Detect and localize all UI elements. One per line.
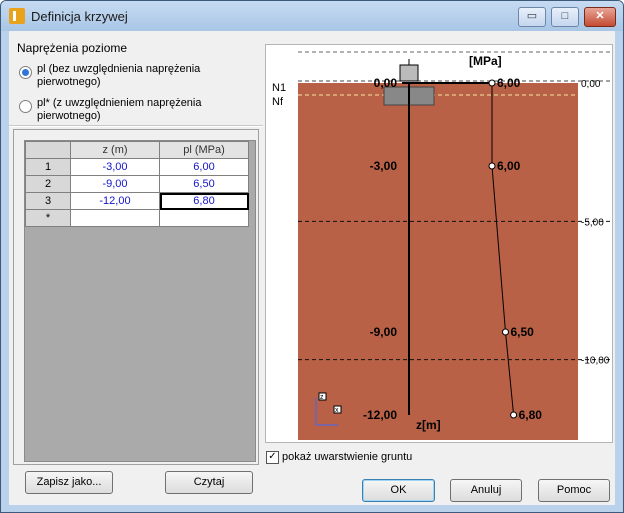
label-nf: Nf [272, 96, 284, 108]
help-button[interactable]: Pomoc [538, 479, 610, 502]
axis-label: z[m] [416, 418, 441, 432]
label-n1: N1 [272, 82, 286, 94]
close-button[interactable]: ✕ [584, 7, 616, 27]
cancel-button[interactable]: Anuluj [450, 479, 522, 502]
soil-layers-label[interactable]: pokaż uwarstwienie gruntu [282, 451, 412, 463]
radio-pl[interactable] [19, 66, 32, 79]
depth-label: 0,00 [374, 76, 398, 90]
grid-panel: z (m) pl (MPa) 1 -3,00 6,00 2 -9,00 6,50 [13, 129, 259, 465]
grid-corner [25, 141, 71, 159]
curve-point-label: 6,50 [511, 325, 535, 339]
scale-label: -5,00 [581, 217, 604, 228]
horizontal-stress-group: Naprężenia poziome pl (bez uwzględnienia… [15, 41, 255, 125]
curve-point-label: 6,00 [497, 159, 521, 173]
row-header[interactable]: 1 [25, 158, 71, 176]
cell-z-new[interactable] [70, 209, 160, 227]
data-grid: z (m) pl (MPa) 1 -3,00 6,00 2 -9,00 6,50 [24, 140, 256, 462]
curve-chart: z x N1 Nf [MPa] z[m] 6,00 6,00 6,50 6,80 0,… [272, 51, 612, 440]
cell-pl[interactable]: 6,00 [159, 158, 249, 176]
curve-point [488, 162, 496, 170]
pile-cap-top [399, 64, 419, 82]
curve-point-label: 6,00 [497, 76, 521, 90]
radio-pl-star-label[interactable]: pl* (z uwzględnieniem naprężenia pierwot… [37, 97, 247, 123]
cell-z[interactable]: -12,00 [70, 192, 160, 210]
curve-point [510, 411, 518, 419]
ok-button[interactable]: OK [362, 479, 435, 502]
depth-label: -9,00 [370, 325, 398, 339]
radio-pl-label[interactable]: pl (bez uwzględnienia naprężenia pierwot… [37, 63, 247, 89]
row-header-new[interactable]: * [25, 209, 71, 227]
curve-point [502, 328, 509, 336]
cell-pl-selected[interactable]: 6,80 [159, 192, 249, 210]
title-bar: Definicja krzywej ▭ □ ✕ [1, 1, 623, 31]
radio-pl-star[interactable] [19, 100, 32, 113]
cell-pl[interactable]: 6,50 [159, 175, 249, 193]
app-logo-icon [9, 8, 25, 24]
row-header[interactable]: 2 [25, 175, 71, 193]
unit-label: [MPa] [469, 54, 502, 68]
curve-point-label: 6,80 [519, 408, 543, 422]
window-title: Definicja krzywej [31, 9, 128, 24]
soil-background [298, 83, 578, 440]
table-row: 1 -3,00 6,00 [25, 158, 249, 176]
curve-table: z (m) pl (MPa) 1 -3,00 6,00 2 -9,00 6,50 [25, 141, 249, 227]
dialog-client-area: Naprężenia poziome pl (bez uwzględnienia… [9, 31, 615, 505]
minimize-button[interactable]: ▭ [518, 7, 546, 27]
maximize-button[interactable]: □ [551, 7, 579, 27]
read-button[interactable]: Czytaj [165, 471, 253, 494]
cell-z[interactable]: -3,00 [70, 158, 160, 176]
table-row-new: * [25, 209, 249, 227]
scale-label: 0,00 [581, 79, 601, 90]
column-header-pl[interactable]: pl (MPa) [159, 141, 249, 159]
table-row: 2 -9,00 6,50 [25, 175, 249, 193]
column-header-z[interactable]: z (m) [70, 141, 160, 159]
cell-pl-new[interactable] [159, 209, 249, 227]
cell-z[interactable]: -9,00 [70, 175, 160, 193]
soil-layers-checkbox[interactable]: ✓ [266, 451, 279, 464]
divider [9, 125, 263, 127]
svg-text:z: z [320, 394, 324, 401]
curve-point [488, 79, 496, 87]
save-as-button[interactable]: Zapisz jako... [25, 471, 113, 494]
group-title: Naprężenia poziome [17, 41, 128, 55]
table-row: 3 -12,00 6,80 [25, 192, 249, 210]
dialog-window: Definicja krzywej ▭ □ ✕ Naprężenia pozio… [0, 0, 624, 513]
row-header[interactable]: 3 [25, 192, 71, 210]
scale-label: -10,00 [581, 356, 610, 367]
chart-panel: z x N1 Nf [MPa] z[m] 6,00 6,00 6,50 6,80 0,… [265, 44, 613, 443]
depth-label: -3,00 [370, 159, 398, 173]
depth-label: -12,00 [363, 408, 397, 422]
svg-text:x: x [335, 407, 339, 414]
